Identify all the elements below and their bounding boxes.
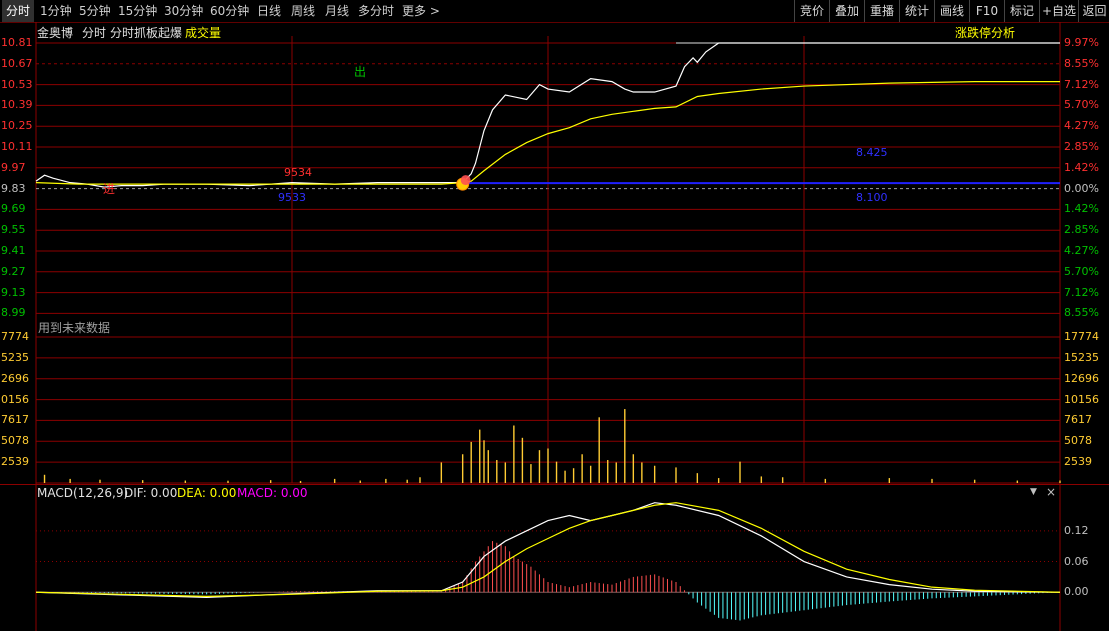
price-left-tick: 9.97 — [1, 160, 26, 174]
price-left-tick: 10.53 — [1, 77, 33, 91]
chart-canvas[interactable] — [0, 0, 1109, 631]
price-right-tick: 1.42% — [1064, 160, 1099, 174]
vol-left-tick: 7774 — [1, 330, 29, 343]
price-right-tick: 7.12% — [1064, 285, 1099, 299]
price-right-tick: 8.55% — [1064, 306, 1099, 320]
macd-histogram — [39, 541, 1057, 621]
vol-right-tick: 10156 — [1064, 392, 1099, 406]
buy-marker: 进 — [103, 182, 116, 196]
grid — [0, 22, 1109, 631]
sell-marker: 出 — [354, 65, 367, 79]
macd-close-icon[interactable]: × — [1046, 485, 1056, 499]
limit-analysis-button[interactable]: 涨跌停分析 — [955, 24, 1015, 41]
price-right-tick: 1.42% — [1064, 202, 1099, 216]
price-right-tick: 0.00% — [1064, 181, 1099, 195]
label-8100: 8.100 — [856, 191, 888, 204]
price-left-tick: 9.13 — [1, 285, 26, 299]
stock-name: 金奥博 — [37, 26, 74, 40]
vol-right-tick: 7617 — [1064, 413, 1092, 427]
price-right-tick: 8.55% — [1064, 56, 1099, 70]
macd-value-label: MACD: 0.00 — [237, 486, 308, 500]
label-8425: 8.425 — [856, 146, 888, 159]
price-left-tick: 10.39 — [1, 98, 33, 112]
price-left-tick: 9.69 — [1, 202, 26, 216]
vol-left-tick: 2539 — [1, 455, 29, 469]
macd-right-tick: 0.12 — [1064, 523, 1089, 537]
price-left-tick: 8.99 — [1, 306, 26, 320]
macd-title[interactable]: MACD(12,26,9) — [37, 486, 128, 500]
label-9534: 9534 — [284, 166, 312, 179]
macd-right-tick: 0.00 — [1064, 585, 1089, 599]
vol-right-tick: 2539 — [1064, 455, 1092, 469]
macd-dea-label: DEA: 0.00 — [177, 486, 237, 500]
price-right-tick: 9.97% — [1064, 36, 1099, 49]
price-left-tick: 9.27 — [1, 264, 26, 278]
future-data-note: 用到未来数据 — [38, 321, 111, 335]
volume-label: 成交量 — [185, 26, 222, 40]
price-left-tick: 10.67 — [1, 56, 33, 70]
indicator-name[interactable]: 分时抓板起爆 — [110, 24, 182, 41]
price-left-tick: 9.41 — [1, 244, 26, 257]
macd-right-tick: 0.06 — [1064, 554, 1089, 568]
macd-menu-icon[interactable]: ▼ — [1030, 487, 1037, 497]
price-right-tick: 5.70% — [1064, 98, 1099, 112]
vol-left-tick: 2696 — [1, 371, 29, 385]
vol-right-tick: 15235 — [1064, 350, 1099, 364]
vol-right-tick: 17774 — [1064, 330, 1099, 343]
price-right-tick: 5.70% — [1064, 264, 1099, 278]
price-right-tick: 4.27% — [1064, 244, 1099, 257]
macd-dif-label: DIF: 0.00 — [124, 486, 178, 500]
vol-left-tick: 5235 — [1, 350, 29, 364]
signal-badge-icon — [460, 175, 471, 186]
price-right-tick: 7.12% — [1064, 77, 1099, 91]
vol-left-tick: 7617 — [1, 413, 29, 427]
price-left-tick: 10.81 — [1, 36, 33, 49]
price-left-tick: 10.11 — [1, 140, 33, 153]
price-right-tick: 2.85% — [1064, 223, 1099, 237]
vol-left-tick: 0156 — [1, 392, 29, 406]
label-9533: 9533 — [278, 191, 306, 204]
price-right-tick: 2.85% — [1064, 140, 1099, 153]
vol-right-tick: 12696 — [1064, 371, 1099, 385]
price-left-tick: 10.25 — [1, 119, 33, 133]
vol-right-tick: 5078 — [1064, 434, 1092, 448]
price-left-tick: 9.55 — [1, 223, 26, 237]
price-right-tick: 4.27% — [1064, 119, 1099, 133]
vol-left-tick: 5078 — [1, 434, 29, 448]
price-left-tick: 9.83 — [1, 181, 26, 195]
chart-mode-label: 分时 — [82, 26, 107, 40]
markers — [456, 175, 471, 191]
